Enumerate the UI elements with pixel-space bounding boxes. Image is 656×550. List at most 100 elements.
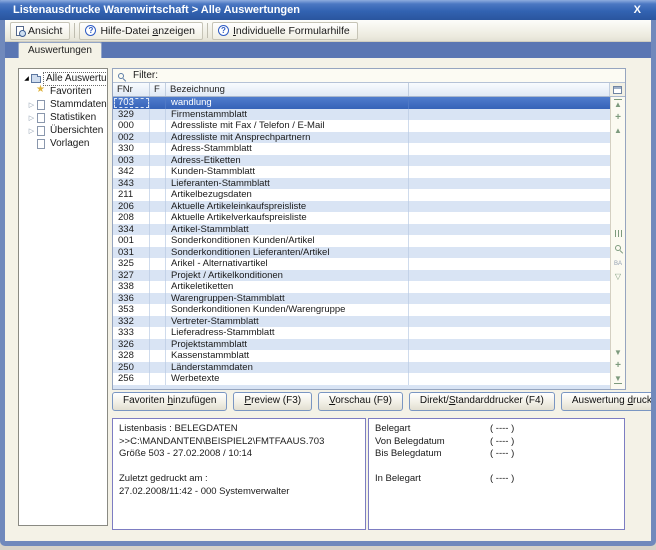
cell-extra <box>409 109 610 121</box>
table-row[interactable]: 343Lieferanten-Stammblatt <box>113 178 610 190</box>
tree-item-vorlagen[interactable]: Vorlagen <box>19 137 107 150</box>
filter-label: Filter: <box>133 70 158 81</box>
page-icon <box>36 113 48 123</box>
table-body: 703wandlung329Firmenstammblatt000Adressl… <box>113 97 625 389</box>
toolbar-button-individuelle-formularhilfe[interactable]: ?Individuelle Formularhilfe <box>212 22 358 40</box>
cell-bez: Kassenstammblatt <box>166 350 409 362</box>
button-vorschau-f9[interactable]: Vorschau (F9) <box>318 392 403 411</box>
cell-extra <box>409 350 610 362</box>
cell-bez: Sonderkonditionen Kunden/Warengruppe <box>166 304 409 316</box>
cell-fnr: 206 <box>113 201 150 213</box>
tab-auswertungen[interactable]: Auswertungen <box>18 42 102 58</box>
table-row[interactable]: 327 Projekt / Artikelkonditionen <box>113 270 610 282</box>
table-row[interactable]: 328Kassenstammblatt <box>113 350 610 362</box>
info-line: Listenbasis : BELEGDATEN <box>119 423 359 436</box>
cell-fnr: 327 <box>113 270 150 282</box>
tree-item-übersichten[interactable]: ▷Übersichten <box>19 124 107 137</box>
row-up-icon[interactable]: ▲ <box>611 125 625 137</box>
button-auswertung-drucken[interactable]: Auswertung drucken <box>561 392 651 411</box>
list-info-panel: Listenbasis : BELEGDATEN>>C:\MANDANTEN\B… <box>112 418 366 530</box>
cell-f <box>150 166 166 178</box>
table-row[interactable]: 002Adressliste mit Ansprechpartnern <box>113 132 610 144</box>
cell-extra <box>409 235 610 247</box>
page-glyph <box>37 139 45 149</box>
table-row[interactable]: 333Lieferadress-Stammblatt <box>113 327 610 339</box>
table-row[interactable]: 250Länderstammdaten <box>113 362 610 374</box>
tree-expander-icon[interactable]: ▷ <box>27 114 36 122</box>
cell-bez: Artikelbezugsdaten <box>166 189 409 201</box>
columns-icon[interactable] <box>611 229 625 241</box>
info-field-von-belegdatum: Von Belegdatum( ---- ) <box>375 436 618 449</box>
table-row[interactable]: 211Artikelbezugsdaten <box>113 189 610 201</box>
table-row[interactable]: 342Kunden-Stammblatt <box>113 166 610 178</box>
table-row[interactable]: 336Warengruppen-Stammblatt <box>113 293 610 305</box>
ba-icon[interactable]: BA <box>611 257 625 269</box>
help-icon: ? <box>218 25 229 36</box>
cell-extra <box>409 304 610 316</box>
cell-bez: Sonderkonditionen Kunden/Artikel <box>166 235 409 247</box>
tree-item-alle-auswertungen[interactable]: ◢Alle Auswertungen <box>19 72 107 85</box>
table-row[interactable]: 000Adressliste mit Fax / Telefon / E-Mai… <box>113 120 610 132</box>
filter-row[interactable]: Filter: <box>113 69 625 83</box>
cell-extra <box>409 247 610 259</box>
info-line <box>119 461 359 474</box>
table-row[interactable]: 208Aktuelle Artikelverkaufspreisliste <box>113 212 610 224</box>
table-row[interactable]: 338Artikeletiketten <box>113 281 610 293</box>
table-row[interactable]: 703wandlung <box>113 97 610 109</box>
table-row[interactable]: 325Arikel - Alternativartikel <box>113 258 610 270</box>
cell-fnr: 342 <box>113 166 150 178</box>
button-direkt-standarddrucker-f4[interactable]: Direkt/Standarddrucker (F4) <box>409 392 555 411</box>
tree-expander-icon[interactable]: ◢ <box>22 75 31 82</box>
button-favoriten-hinzufügen[interactable]: Favoriten hinzufügen <box>112 392 227 411</box>
table-row[interactable]: 003Adress-Etiketten <box>113 155 610 167</box>
filter-icon[interactable]: ▽ <box>611 271 625 283</box>
last-record-icon[interactable]: ▼ <box>611 373 625 385</box>
cell-extra <box>409 132 610 144</box>
cell-extra <box>409 224 610 236</box>
column-header-fnr[interactable]: FNr <box>113 83 150 96</box>
button-preview-f3[interactable]: Preview (F3) <box>233 392 312 411</box>
table-row[interactable]: 353Sonderkonditionen Kunden/Warengruppe <box>113 304 610 316</box>
column-header-bezeichnung[interactable]: Bezeichnung <box>166 83 409 96</box>
field-value: ( ---- ) <box>490 436 514 449</box>
tree-item-stammdaten[interactable]: ▷Stammdaten <box>19 98 107 111</box>
table-row[interactable]: 334Artikel-Stammblatt <box>113 224 610 236</box>
page-down-icon[interactable]: + <box>611 360 625 372</box>
cell-extra <box>409 120 610 132</box>
cell-bez: Projekt / Artikelkonditionen <box>166 270 409 282</box>
column-chooser-icon[interactable] <box>613 86 622 94</box>
cell-extra <box>409 155 610 167</box>
tree-item-statistiken[interactable]: ▷Statistiken <box>19 111 107 124</box>
column-header-f[interactable]: F <box>150 83 166 96</box>
search-icon[interactable] <box>611 243 625 255</box>
table-row[interactable]: 330Adress-Stammblatt <box>113 143 610 155</box>
table-row[interactable]: 329Firmenstammblatt <box>113 109 610 121</box>
toolbar-separator <box>207 23 208 38</box>
table-row[interactable]: 326Projektstammblatt <box>113 339 610 351</box>
tree-expander-icon[interactable]: ▷ <box>27 101 36 109</box>
cell-extra <box>409 178 610 190</box>
toolbar-button-hilfe-datei-anzeigen[interactable]: ?Hilfe-Datei anzeigen <box>79 22 203 40</box>
table-row[interactable]: 001Sonderkonditionen Kunden/Artikel <box>113 235 610 247</box>
column-header-empty[interactable] <box>409 83 610 96</box>
page-glyph <box>37 126 45 136</box>
row-down-icon[interactable]: ▼ <box>611 347 625 359</box>
first-record-icon[interactable]: ▲ <box>611 99 625 111</box>
cell-f <box>150 327 166 339</box>
toolbar-button-ansicht[interactable]: Ansicht <box>10 22 70 40</box>
table-row[interactable]: 206Aktuelle Artikeleinkaufspreisliste <box>113 201 610 213</box>
close-button[interactable]: X <box>631 0 644 20</box>
tree-expander-icon[interactable]: ▷ <box>27 127 36 135</box>
field-label: Bis Belegdatum <box>375 448 442 459</box>
page-up-icon[interactable]: + <box>611 112 625 124</box>
cell-f <box>150 224 166 236</box>
column-chooser-cell[interactable] <box>610 83 625 96</box>
info-line: Größe 503 - 27.02.2008 / 10:14 <box>119 448 359 461</box>
table-row[interactable]: 031Sonderkonditionen Lieferanten/Artikel <box>113 247 610 259</box>
table-row[interactable]: 332Vertreter-Stammblatt <box>113 316 610 328</box>
cell-fnr: 338 <box>113 281 150 293</box>
field-label: Belegart <box>375 423 410 434</box>
cell-f <box>150 373 166 385</box>
tree-item-favoriten[interactable]: ★Favoriten <box>19 85 107 98</box>
table-row[interactable]: 256Werbetexte <box>113 373 610 385</box>
